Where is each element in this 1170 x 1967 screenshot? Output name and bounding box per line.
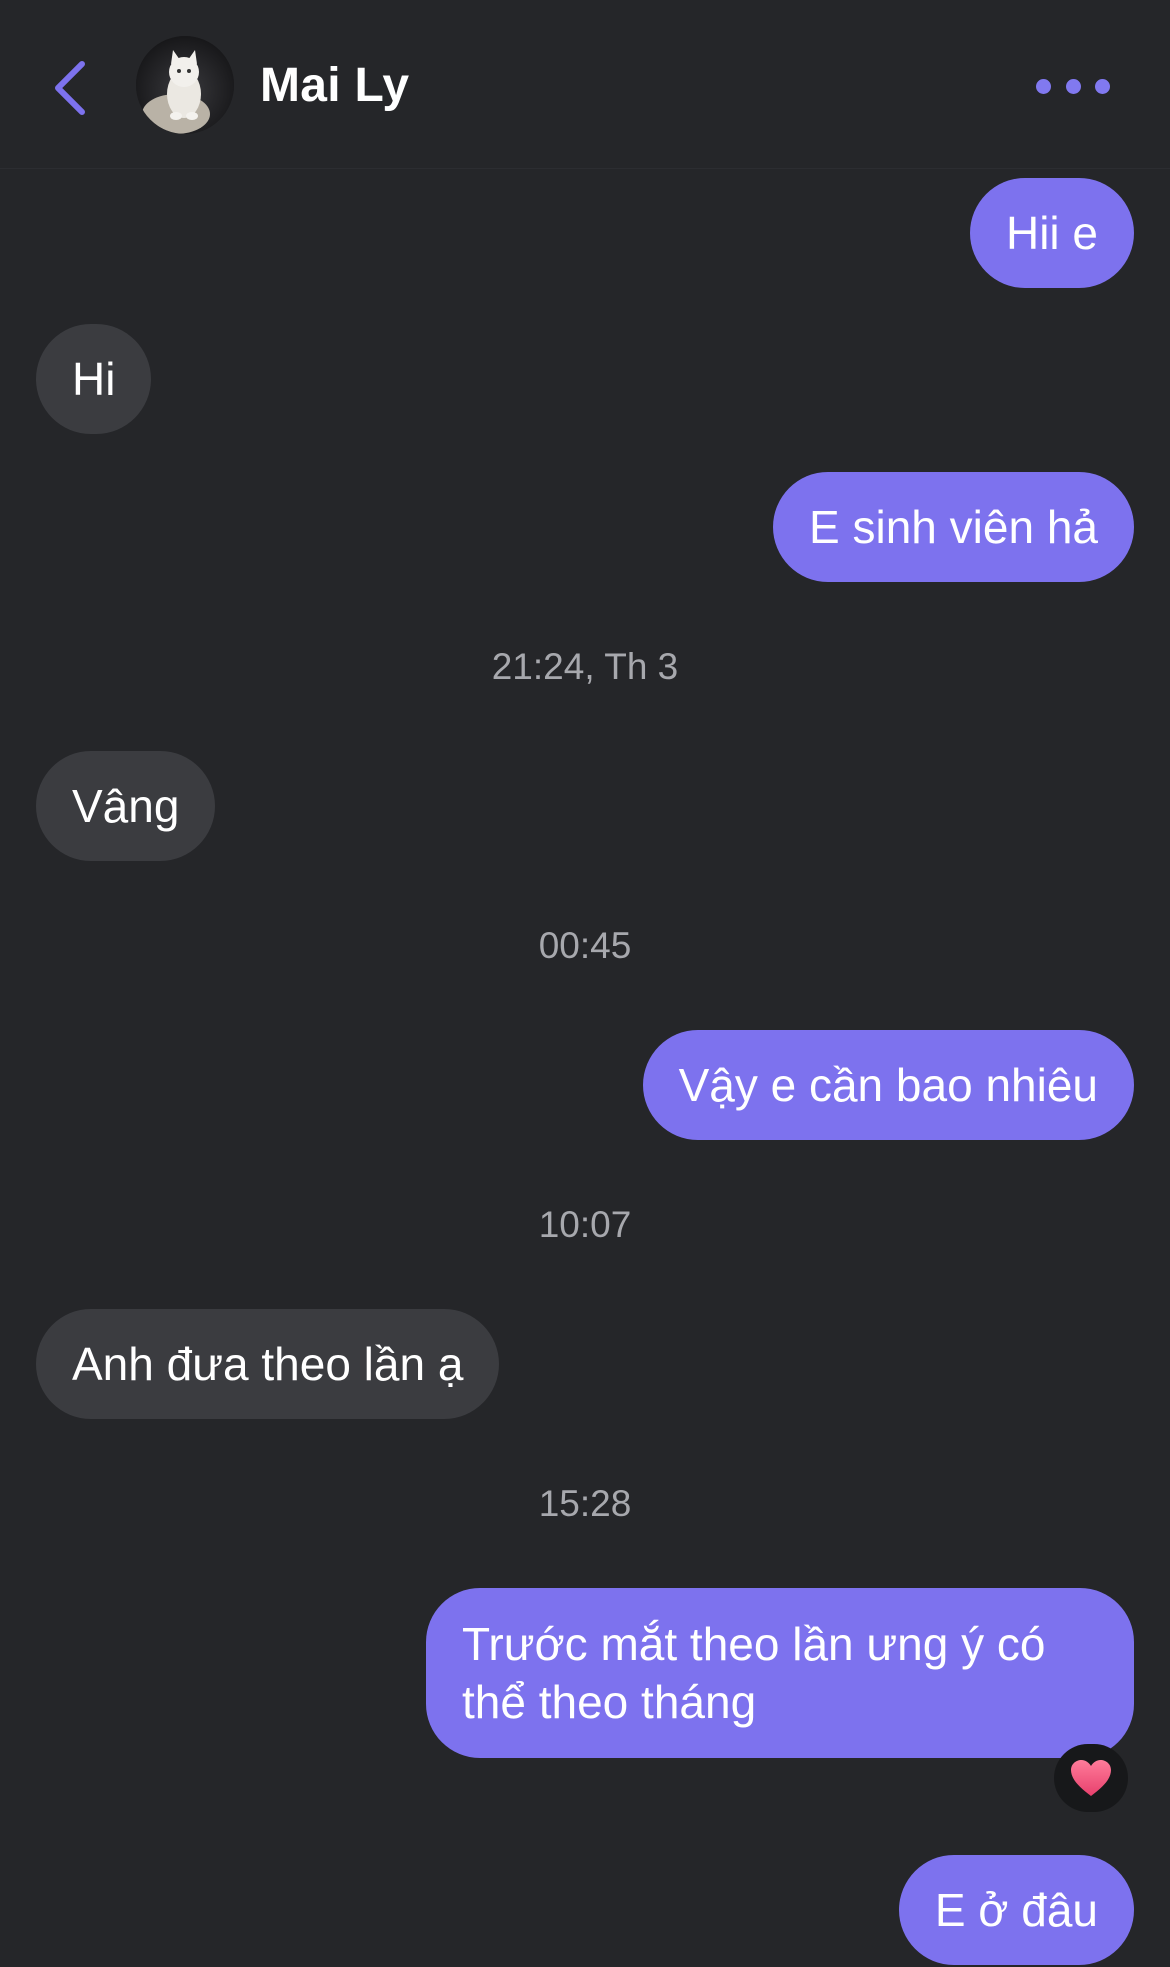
message-outgoing[interactable]: Trước mắt theo lần ưng ý có thể theo thá… (426, 1588, 1134, 1758)
more-options-button[interactable] (1036, 62, 1110, 110)
timestamp: 00:45 (538, 925, 632, 966)
contact-name[interactable]: Mai Ly (260, 56, 409, 116)
chevron-left-icon (55, 61, 85, 115)
message-incoming[interactable]: Anh đưa theo lần ạ (36, 1309, 500, 1419)
timestamp: 15:28 (538, 1483, 632, 1524)
timestamp: 21:24, Th 3 (491, 646, 679, 687)
chat-header: Mai Ly (0, 0, 1170, 169)
message-outgoing[interactable]: Hii e (969, 178, 1134, 288)
message-incoming[interactable]: Vâng (36, 751, 216, 861)
message-outgoing[interactable]: E sinh viên hả (773, 472, 1134, 582)
avatar[interactable] (136, 36, 234, 134)
message-outgoing[interactable]: E ở đâu (898, 1855, 1134, 1965)
back-button[interactable] (40, 48, 100, 128)
more-horizontal-icon (1036, 78, 1051, 94)
heart-icon (1071, 1760, 1111, 1796)
cat-photo-icon (136, 36, 234, 134)
message-incoming[interactable]: Hi (36, 324, 152, 434)
message-outgoing[interactable]: Vậy e cần bao nhiêu (642, 1030, 1134, 1140)
more-horizontal-icon (1065, 78, 1081, 94)
more-horizontal-icon (1095, 78, 1110, 94)
timestamp: 10:07 (538, 1204, 632, 1245)
message-reaction[interactable] (1054, 1744, 1128, 1812)
